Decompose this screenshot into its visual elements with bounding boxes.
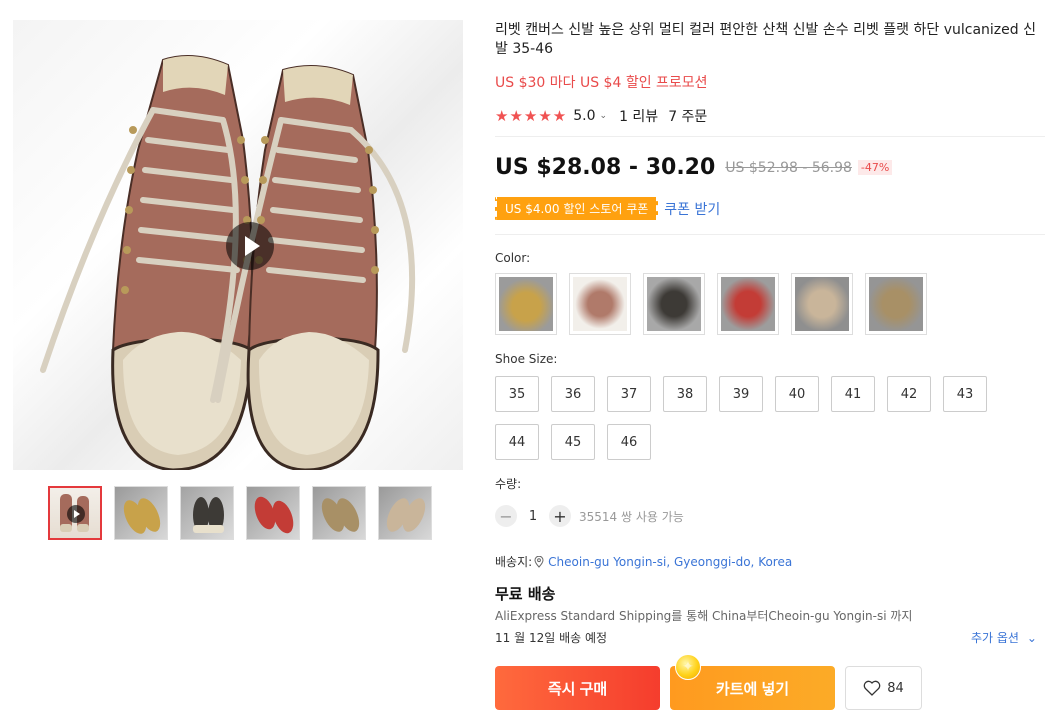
more-options-label: 추가 옵션 — [971, 631, 1019, 645]
thumbnail-beige[interactable] — [378, 486, 432, 540]
buy-now-button[interactable]: 즉시 구매 — [495, 666, 660, 710]
current-price: US $28.08 - 30.20 — [495, 155, 716, 180]
size-option[interactable]: 43 — [943, 376, 987, 412]
coin-icon: ✦ — [675, 654, 701, 680]
heart-icon — [863, 680, 881, 696]
color-options — [495, 273, 927, 335]
thumbnail-khaki[interactable] — [312, 486, 366, 540]
thumbnail-yellow[interactable] — [114, 486, 168, 540]
ship-to-row: 배송지: Cheoin-gu Yongin-si, Gyeonggi-do, K… — [495, 553, 792, 570]
review-count[interactable]: 1 리뷰 — [619, 106, 658, 126]
size-option[interactable]: 40 — [775, 376, 819, 412]
color-label: Color: — [495, 251, 531, 265]
thumbnail-red[interactable] — [246, 486, 300, 540]
price-row: US $28.08 - 30.20 US $52.98 - 56.98 -47% — [495, 155, 893, 180]
thumbnail-image — [254, 496, 294, 534]
chevron-down-icon: ⌄ — [1026, 631, 1037, 645]
play-icon — [245, 236, 260, 256]
color-swatch-khaki[interactable] — [865, 273, 927, 335]
thumbnail-image — [321, 498, 360, 532]
size-option[interactable]: 38 — [663, 376, 707, 412]
size-label: Shoe Size: — [495, 352, 558, 366]
size-options: 35 36 37 38 39 40 41 42 43 44 45 46 — [495, 376, 1015, 460]
play-icon — [67, 505, 85, 523]
color-swatch-beige[interactable] — [791, 273, 853, 335]
wishlist-button[interactable]: 84 — [845, 666, 922, 710]
size-option[interactable]: 42 — [887, 376, 931, 412]
thumbnail-image — [386, 498, 426, 532]
star-rating: ★★★★★ — [495, 107, 568, 125]
product-title: 리벳 캔버스 신발 높은 상위 멀티 컬러 편안한 산책 신발 손수 리벳 플랫… — [495, 22, 1036, 57]
original-price: US $52.98 - 56.98 — [725, 159, 852, 176]
rating-row: ★★★★★ 5.0 ⌄ 1 리뷰 7 주문 — [495, 106, 707, 126]
quantity-increase-button[interactable]: + — [549, 505, 571, 527]
quantity-decrease-button[interactable]: − — [495, 505, 517, 527]
rating-value[interactable]: 5.0 — [573, 108, 595, 124]
size-option[interactable]: 39 — [719, 376, 763, 412]
thumbnail-image — [123, 498, 161, 534]
location-pin-icon — [534, 555, 544, 568]
color-swatch-pink[interactable] — [569, 273, 631, 335]
color-swatch-yellow[interactable] — [495, 273, 557, 335]
quantity-stepper: − 1 + 35514 쌍 사용 가능 — [495, 505, 684, 527]
promotion-text[interactable]: US $30 마다 US $4 할인 프로모션 — [495, 72, 708, 92]
get-coupon-link[interactable]: 쿠폰 받기 — [664, 199, 720, 219]
color-swatch-red[interactable] — [717, 273, 779, 335]
chevron-down-icon[interactable]: ⌄ — [600, 111, 608, 121]
size-option[interactable]: 35 — [495, 376, 539, 412]
ship-to-label: 배송지: — [495, 555, 533, 569]
thumbnail-black[interactable] — [180, 486, 234, 540]
thumbnail-image — [193, 497, 224, 533]
quantity-value[interactable]: 1 — [517, 509, 549, 524]
order-count: 7 주문 — [668, 109, 708, 125]
divider — [495, 136, 1045, 137]
play-video-button[interactable] — [226, 222, 274, 270]
size-option[interactable]: 44 — [495, 424, 539, 460]
quantity-label: 수량: — [495, 477, 522, 491]
thumbnail-video[interactable] — [48, 486, 102, 540]
discount-badge: -47% — [857, 160, 893, 175]
wishlist-count: 84 — [887, 680, 904, 696]
size-option[interactable]: 41 — [831, 376, 875, 412]
ship-to-location-link[interactable]: Cheoin-gu Yongin-si, Gyeonggi-do, Korea — [548, 555, 792, 569]
divider — [495, 234, 1045, 235]
main-product-image[interactable] — [13, 20, 463, 470]
store-coupon-badge[interactable]: US $4.00 할인 스토어 쿠폰 — [495, 197, 659, 220]
free-shipping-title: 무료 배송 — [495, 585, 556, 603]
thumbnail-strip — [48, 486, 432, 540]
coupon-row: US $4.00 할인 스토어 쿠폰 쿠폰 받기 — [495, 197, 720, 220]
stock-available: 35514 쌍 사용 가능 — [579, 509, 684, 524]
delivery-estimate: 11 월 12일 배송 예정 — [495, 631, 608, 645]
color-swatch-black[interactable] — [643, 273, 705, 335]
size-option[interactable]: 46 — [607, 424, 651, 460]
size-option[interactable]: 37 — [607, 376, 651, 412]
size-option[interactable]: 36 — [551, 376, 595, 412]
size-option[interactable]: 45 — [551, 424, 595, 460]
more-shipping-options-link[interactable]: 추가 옵션 ⌄ — [971, 629, 1037, 646]
shipping-method: AliExpress Standard Shipping를 통해 China부터… — [495, 609, 913, 623]
